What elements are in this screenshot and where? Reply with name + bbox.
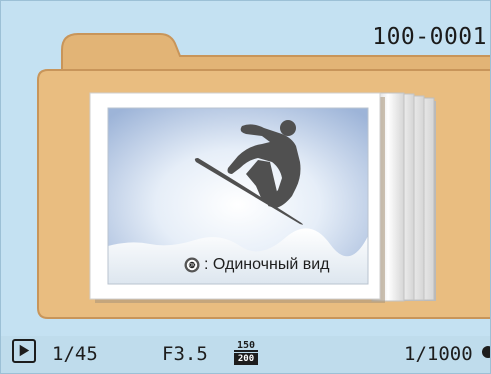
dial-button-icon: OK [184, 257, 200, 273]
battery-icon [482, 346, 491, 358]
svg-text:OK: OK [189, 263, 195, 268]
iso-top: 150 [234, 340, 258, 352]
aperture-value: F3.5 [162, 343, 208, 365]
camera-playback-screen: 100-0001 OK : Одиночный вид 1/45 F3.5 15… [0, 0, 491, 374]
iso-bottom: 200 [234, 353, 258, 365]
play-icon[interactable] [12, 339, 36, 363]
iso-icon: 150 200 [234, 340, 258, 366]
frame-counter: 1/45 [52, 343, 98, 365]
photo-caption: OK : Одиночный вид [184, 256, 329, 274]
folder-graphic [37, 33, 491, 319]
caption-text: : Одиночный вид [204, 256, 330, 273]
file-number: 100-0001 [372, 24, 487, 50]
shutter-speed: 1/1000 [404, 343, 473, 365]
